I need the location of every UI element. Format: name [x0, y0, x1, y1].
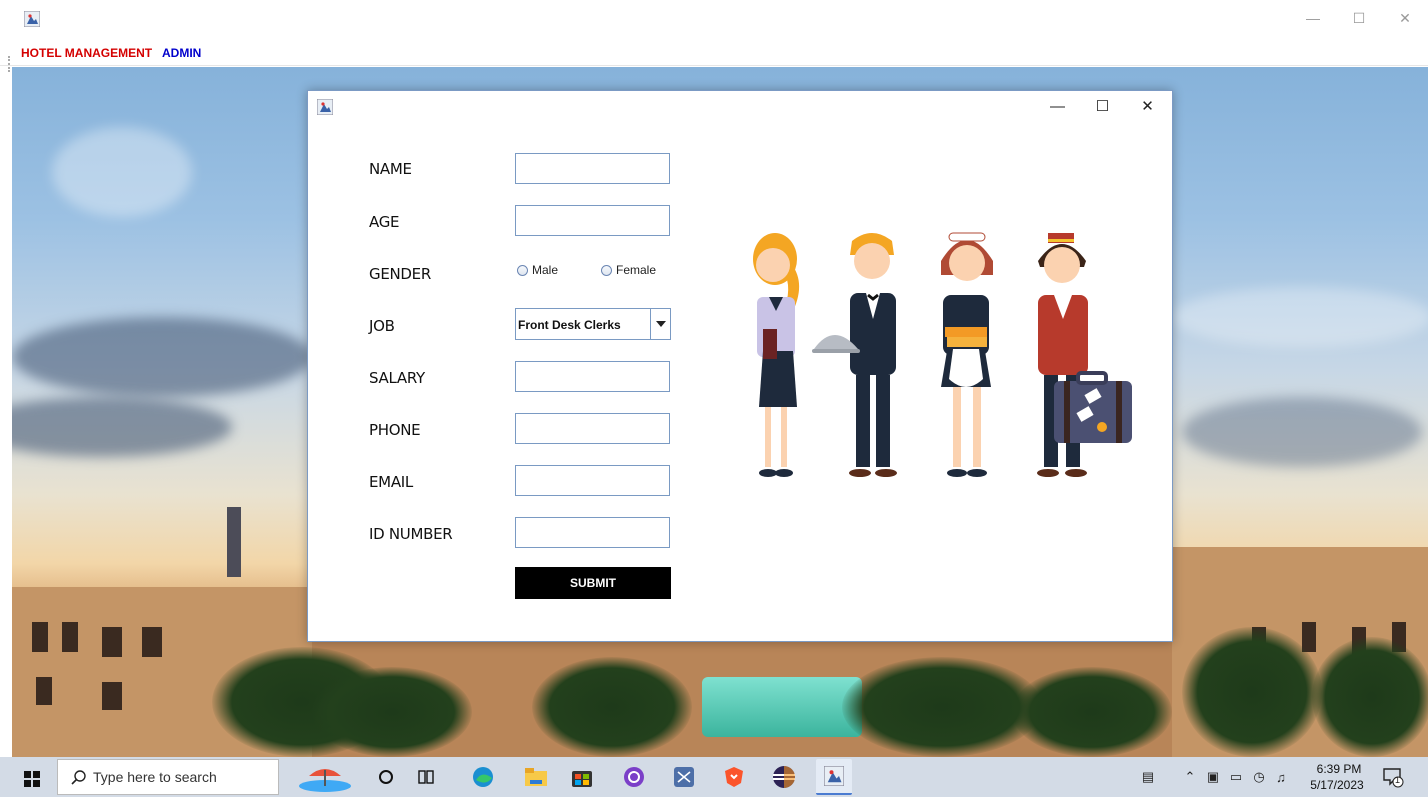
salary-input[interactable]	[515, 361, 670, 392]
start-button[interactable]	[10, 767, 54, 791]
gender-label: GENDER	[369, 265, 431, 283]
gender-male-radio[interactable]: Male	[517, 263, 558, 277]
windows-taskbar: Type here to search ▤ ⌃ ▣ ▭ ◷ ♫ 6:39 PM …	[0, 757, 1428, 797]
eclipse-icon[interactable]	[768, 761, 800, 793]
notification-count: 1	[1395, 775, 1401, 785]
add-employee-dialog: — ☐ ✕ NAME AGE GENDER Male Female JOB Fr…	[307, 90, 1173, 642]
gender-female-radio[interactable]: Female	[601, 263, 656, 277]
notification-center-icon[interactable]: 1	[1382, 766, 1404, 788]
radio-circle-icon	[601, 264, 612, 276]
close-button[interactable]: ✕	[1382, 0, 1428, 36]
receptionist-figure	[753, 233, 800, 477]
toolbar-grip	[8, 56, 10, 72]
java-app-icon	[24, 11, 40, 27]
email-input[interactable]	[515, 465, 670, 496]
gender-female-label: Female	[616, 263, 657, 277]
taskbar-search-box[interactable]: Type here to search	[57, 759, 279, 795]
email-label: EMAIL	[369, 473, 413, 491]
menu-admin[interactable]: ADMIN	[162, 46, 201, 60]
housekeeper-figure	[941, 232, 993, 477]
clock-time[interactable]: 6:39 PM	[1312, 762, 1366, 776]
radio-circle-icon	[517, 264, 528, 276]
task-view-icon[interactable]	[410, 761, 442, 793]
clock-date[interactable]: 5/17/2023	[1307, 778, 1367, 792]
news-widget-icon[interactable]: ▤	[1140, 769, 1156, 785]
age-label: AGE	[369, 213, 400, 231]
brave-icon[interactable]	[718, 761, 750, 793]
phone-input[interactable]	[515, 413, 670, 444]
chevron-up-icon[interactable]: ⌃	[1182, 769, 1198, 785]
file-explorer-icon[interactable]	[520, 761, 552, 793]
name-label: NAME	[369, 160, 412, 178]
gender-male-label: Male	[532, 263, 559, 277]
age-input[interactable]	[515, 205, 670, 236]
job-select-value: Front Desk Clerks	[518, 318, 621, 332]
search-placeholder: Type here to search	[93, 769, 217, 785]
job-select[interactable]: Front Desk Clerks	[515, 308, 671, 340]
dialog-minimize-button[interactable]: —	[1035, 91, 1080, 121]
menu-bar: HOTEL MANAGEMENT ADMIN	[0, 40, 1428, 66]
id-number-input[interactable]	[515, 517, 670, 548]
dialog-close-button[interactable]: ✕	[1125, 91, 1170, 121]
menu-hotel-management[interactable]: HOTEL MANAGEMENT	[21, 46, 152, 60]
battery-icon[interactable]: ▭	[1228, 769, 1244, 785]
minimize-button[interactable]: —	[1290, 0, 1336, 36]
cortana-icon[interactable]	[370, 761, 402, 793]
search-icon	[71, 770, 86, 785]
dialog-titlebar[interactable]: — ☐ ✕	[308, 91, 1172, 123]
chevron-down-icon[interactable]	[650, 309, 670, 339]
maximize-button[interactable]: ☐	[1336, 0, 1382, 36]
dialog-maximize-button[interactable]: ☐	[1080, 91, 1125, 121]
hotel-staff-illustration	[753, 232, 1132, 477]
submit-button[interactable]: SUBMIT	[515, 567, 671, 599]
windows-logo-icon	[24, 771, 40, 787]
vscode-icon[interactable]	[668, 761, 700, 793]
edge-icon[interactable]	[467, 761, 499, 793]
github-desktop-icon[interactable]	[618, 761, 650, 793]
phone-label: PHONE	[369, 421, 421, 439]
weather-icon[interactable]	[294, 761, 356, 793]
wifi-icon[interactable]: ◷	[1251, 769, 1267, 785]
id-number-label: ID NUMBER	[369, 525, 453, 543]
salary-label: SALARY	[369, 369, 425, 387]
meet-now-icon[interactable]: ▣	[1205, 769, 1221, 785]
job-label: JOB	[369, 317, 395, 335]
java-app-icon	[317, 99, 333, 115]
bellboy-figure	[1037, 233, 1132, 477]
waiter-figure	[812, 233, 897, 477]
name-input[interactable]	[515, 153, 670, 184]
main-titlebar[interactable]: — ☐ ✕	[0, 0, 1428, 40]
store-icon[interactable]	[566, 761, 598, 793]
java-app-icon[interactable]	[816, 759, 852, 795]
volume-icon[interactable]: ♫	[1273, 769, 1289, 785]
